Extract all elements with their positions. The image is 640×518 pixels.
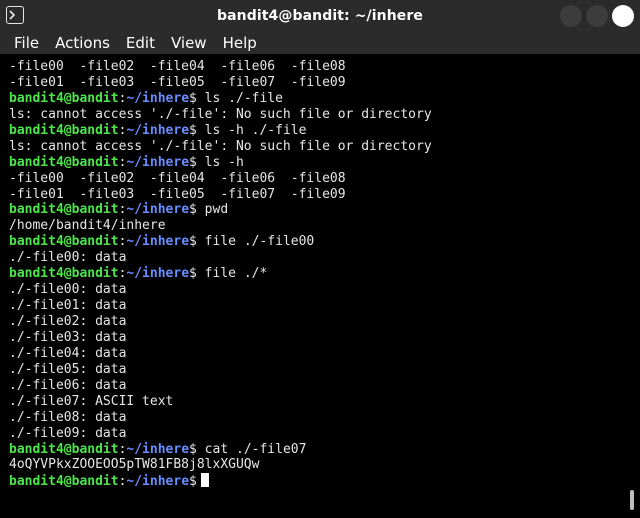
output-line: ./-file06: data [9,377,127,393]
command-line: bandit4@bandit:~/inhere$ cat ./-file07 [9,442,628,458]
output-line: ./-file03: data [9,329,127,345]
command-line: bandit4@bandit:~/inhere$ ls ./-file [9,91,628,107]
prompt-path: ~/inhere [126,266,190,282]
menu-help[interactable]: Help [215,32,265,54]
terminal-output[interactable]: -file00 -file02 -file04 -file06 -file08-… [0,58,628,518]
output-line: ./-file02: data [9,314,127,329]
prompt-user: bandit4@bandit [9,441,119,457]
scroll-thumb[interactable] [630,490,634,510]
prompt-dollar: $ [189,474,197,490]
output-line: ./-file00: data [9,250,127,266]
maximize-icon[interactable] [586,5,608,27]
output-line: -file00 -file02 -file04 -file06 -file08 [9,170,346,186]
command-line: bandit4@bandit:~/inhere$ ls -h ./-file [9,123,628,139]
command-text: file ./* [196,266,268,282]
terminal-window: bandit4@bandit: ~/inhere File Actions Ed… [0,0,640,518]
menu-file[interactable]: File [6,32,47,54]
scrollbar[interactable] [628,58,636,518]
prompt-dollar: $ [189,441,197,457]
output-line: 4oQYVPkxZOOEOO5pTW81FB8j8lxXGUQw [9,457,260,473]
prompt-dollar: $ [189,234,197,250]
command-line: bandit4@bandit:~/inhere$ [9,473,628,489]
prompt-user: bandit4@bandit [9,90,119,106]
menu-actions[interactable]: Actions [47,32,118,54]
menu-bar: File Actions Edit View Help [0,32,640,54]
prompt-path: ~/inhere [126,441,190,457]
text-cursor [200,473,209,488]
command-line: bandit4@bandit:~/inhere$ file ./* [9,266,628,282]
window-controls [560,5,634,27]
menu-view[interactable]: View [163,32,215,54]
command-text: cat ./-file07 [196,441,307,457]
output-line: ./-file05: data [9,361,127,377]
close-icon[interactable] [612,5,634,27]
output-line: ls: cannot access './-file': No such fil… [9,106,432,122]
minimize-icon[interactable] [560,5,582,27]
prompt-user: bandit4@bandit [9,154,119,170]
prompt-path: ~/inhere [126,474,190,490]
prompt-user: bandit4@bandit [9,122,119,138]
prompt-dollar: $ [189,90,197,106]
command-text: file ./-file00 [196,234,315,250]
prompt-path: ~/inhere [126,234,190,250]
window-title: bandit4@bandit: ~/inhere [217,8,423,24]
output-line: ./-file00: data [9,282,127,298]
prompt-user: bandit4@bandit [9,266,119,282]
output-line: ./-file01: data [9,298,127,314]
terminal-icon [6,6,24,24]
prompt-user: bandit4@bandit [9,202,119,218]
command-text: pwd [196,202,229,218]
output-line: -file01 -file03 -file05 -file07 -file09 [9,186,346,202]
prompt-user: bandit4@bandit [9,234,119,250]
output-line: ./-file09: data [9,425,127,441]
prompt-dollar: $ [189,122,197,138]
prompt-dollar: $ [189,202,197,218]
title-bar: bandit4@bandit: ~/inhere [0,0,640,32]
prompt-path: ~/inhere [126,90,190,106]
command-text: ls -h ./-file [196,122,307,138]
prompt-path: ~/inhere [126,122,190,138]
output-line: -file01 -file03 -file05 -file07 -file09 [9,74,346,90]
prompt-user: bandit4@bandit [9,474,119,490]
command-text: ls -h [196,154,244,170]
command-line: bandit4@bandit:~/inhere$ pwd [9,202,628,218]
prompt-dollar: $ [189,154,197,170]
prompt-path: ~/inhere [126,202,190,218]
output-line: ./-file08: data [9,409,127,425]
output-line: -file00 -file02 -file04 -file06 -file08 [9,59,346,74]
command-line: bandit4@bandit:~/inhere$ file ./-file00 [9,234,628,250]
prompt-dollar: $ [189,266,197,282]
output-line: /home/bandit4/inhere [9,218,166,234]
menu-edit[interactable]: Edit [118,32,163,54]
prompt-path: ~/inhere [126,154,190,170]
output-line: ls: cannot access './-file': No such fil… [9,138,432,154]
output-line: ./-file07: ASCII text [9,393,174,409]
command-text: ls ./-file [196,90,283,106]
output-line: ./-file04: data [9,345,127,361]
command-line: bandit4@bandit:~/inhere$ ls -h [9,155,628,171]
